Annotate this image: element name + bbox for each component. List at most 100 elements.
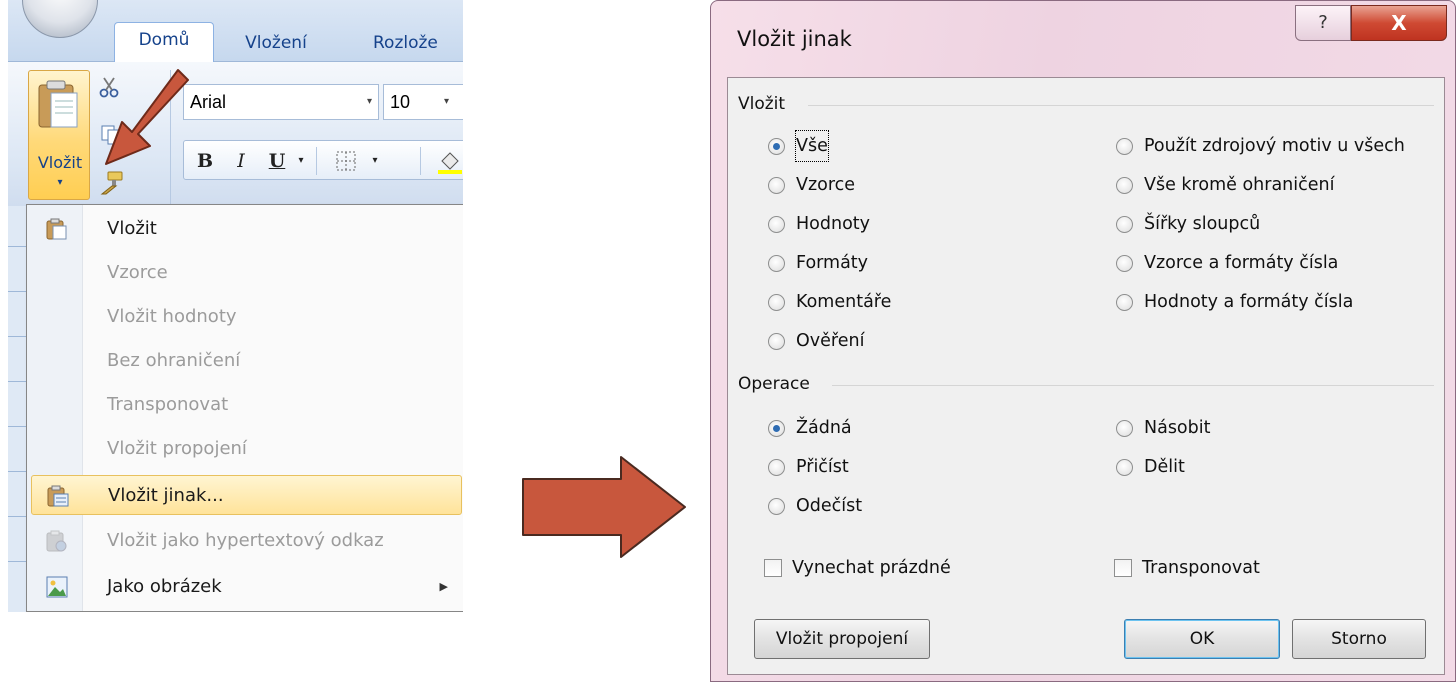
- help-button[interactable]: ?: [1295, 5, 1351, 41]
- close-button[interactable]: X: [1351, 5, 1447, 41]
- radio-label: Vše: [795, 130, 829, 162]
- checkbox-label: Vynechat prázdné: [792, 558, 951, 578]
- paste-dropdown-menu: Vložit Vzorce Vložit hodnoty Bez ohranič…: [26, 204, 463, 612]
- borders-icon: [336, 151, 356, 171]
- menu-item-paste-hyperlink: Vložit jako hypertextový odkaz: [31, 521, 462, 561]
- menu-item-paste[interactable]: Vložit: [31, 209, 462, 249]
- checkbox[interactable]: [764, 559, 782, 577]
- radio-label: Vzorce: [796, 175, 856, 195]
- radio-button[interactable]: [768, 294, 785, 311]
- radio-label: Hodnoty a formáty čísla: [1144, 292, 1354, 312]
- right-arrow-icon: [522, 456, 686, 558]
- font-name-dropdown-icon[interactable]: ▾: [367, 85, 372, 119]
- borders-button[interactable]: [326, 147, 366, 175]
- radio-button[interactable]: [1116, 459, 1133, 476]
- excel-ribbon-area: Domů Vložení Rozlože Vložit ▾ Arial ▾ 10…: [8, 0, 463, 612]
- group-separator: [832, 385, 1434, 386]
- menu-item-label: Vložit: [107, 218, 157, 239]
- dialog-body: Vložit Vše Vzorce Hodnoty Formáty Koment…: [727, 77, 1445, 675]
- radio-button[interactable]: [768, 138, 785, 155]
- radio-label: Komentáře: [796, 292, 892, 312]
- radio-label: Přičíst: [796, 457, 849, 477]
- menu-item-label: Vložit hodnoty: [107, 306, 237, 327]
- help-icon: ?: [1318, 12, 1328, 33]
- paste-button[interactable]: Vložit ▾: [28, 70, 90, 200]
- fill-color-button[interactable]: [430, 147, 463, 175]
- font-name-combobox[interactable]: Arial ▾: [183, 84, 379, 120]
- radio-button[interactable]: [1116, 138, 1133, 155]
- menu-item-transpose: Transponovat: [31, 385, 462, 425]
- bold-button[interactable]: B: [190, 147, 220, 175]
- menu-item-formulas: Vzorce: [31, 253, 462, 293]
- paste-icon: [46, 218, 67, 240]
- radio-button[interactable]: [1116, 255, 1133, 272]
- toolbar-divider: [420, 147, 421, 175]
- cancel-button[interactable]: Storno: [1292, 619, 1426, 659]
- radio-button[interactable]: [1116, 216, 1133, 233]
- paste-dropdown-arrow-icon[interactable]: ▾: [29, 177, 91, 188]
- menu-item-label: Vzorce: [107, 262, 168, 283]
- operation-group-label: Operace: [738, 374, 810, 394]
- checkbox-label: Transponovat: [1142, 558, 1260, 578]
- radio-label: Odečíst: [796, 496, 863, 516]
- group-separator: [808, 105, 1434, 106]
- underline-dropdown-icon[interactable]: ▾: [294, 147, 308, 175]
- radio-label: Použít zdrojový motiv u všech: [1144, 136, 1405, 156]
- borders-dropdown-icon[interactable]: ▾: [368, 147, 382, 175]
- font-group: Arial ▾ 10 ▾ B I U ▾ ▾: [170, 70, 463, 210]
- red-arrow-pointer-icon: [105, 69, 189, 165]
- radio-button[interactable]: [1116, 177, 1133, 194]
- menu-item-label: Bez ohraničení: [107, 350, 241, 371]
- radio-label: Dělit: [1144, 457, 1185, 477]
- close-icon: X: [1391, 11, 1407, 35]
- format-toolbar: B I U ▾ ▾: [183, 140, 463, 180]
- radio-button[interactable]: [768, 177, 785, 194]
- font-size-dropdown-icon[interactable]: ▾: [444, 85, 449, 119]
- radio-label: Šířky sloupců: [1144, 214, 1261, 234]
- fill-color-icon: [438, 152, 462, 174]
- menu-item-label: Vložit propojení: [107, 438, 247, 459]
- menu-item-paste-special[interactable]: Vložit jinak...: [31, 475, 462, 515]
- picture-icon: [46, 576, 68, 598]
- paste-special-icon: [47, 485, 69, 507]
- menu-item-paste-link: Vložit propojení: [31, 429, 462, 469]
- font-size-value: 10: [390, 92, 411, 112]
- radio-button[interactable]: [1116, 294, 1133, 311]
- radio-label: Formáty: [796, 253, 869, 273]
- radio-label: Ověření: [796, 331, 865, 351]
- radio-label: Vše kromě ohraničení: [1144, 175, 1335, 195]
- worksheet-strip: [8, 206, 26, 606]
- menu-item-label: Vložit jako hypertextový odkaz: [107, 530, 384, 551]
- ok-button[interactable]: OK: [1124, 619, 1280, 659]
- radio-button[interactable]: [768, 255, 785, 272]
- checkbox[interactable]: [1114, 559, 1132, 577]
- tab-home[interactable]: Domů: [114, 22, 214, 63]
- dialog-title: Vložit jinak: [737, 27, 852, 51]
- radio-label: Žádná: [796, 418, 852, 438]
- italic-button[interactable]: I: [226, 147, 256, 175]
- radio-button[interactable]: [768, 333, 785, 350]
- underline-button[interactable]: U: [262, 147, 292, 175]
- tab-page-layout[interactable]: Rozlože: [373, 26, 463, 62]
- paste-group-label: Vložit: [738, 94, 786, 114]
- font-name-value: Arial: [190, 92, 227, 112]
- menu-item-as-picture[interactable]: Jako obrázek ▶: [31, 567, 462, 607]
- radio-button[interactable]: [768, 216, 785, 233]
- radio-label: Násobit: [1144, 418, 1211, 438]
- menu-item-no-borders: Bez ohraničení: [31, 341, 462, 381]
- ribbon-body: Vložit ▾ Arial ▾ 10 ▾ B I U ▾ ▾: [8, 62, 463, 210]
- menu-item-label: Jako obrázek: [107, 576, 222, 597]
- clipboard-icon: [38, 80, 78, 128]
- paste-link-button[interactable]: Vložit propojení: [754, 619, 930, 659]
- radio-button[interactable]: [768, 459, 785, 476]
- radio-button[interactable]: [1116, 420, 1133, 437]
- menu-item-label: Transponovat: [107, 394, 229, 415]
- tab-insert[interactable]: Vložení: [226, 26, 326, 62]
- font-size-combobox[interactable]: 10 ▾: [383, 84, 463, 120]
- radio-button[interactable]: [768, 498, 785, 515]
- radio-label: Vzorce a formáty čísla: [1144, 253, 1339, 273]
- paste-hyperlink-icon: [46, 530, 67, 552]
- radio-button[interactable]: [768, 420, 785, 437]
- menu-item-paste-values: Vložit hodnoty: [31, 297, 462, 337]
- toolbar-divider: [316, 147, 317, 175]
